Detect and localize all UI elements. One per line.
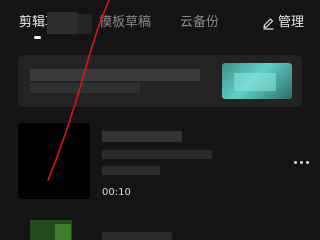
draft-list-item[interactable]: 00:10 [0,123,320,203]
manage-label: 管理 [278,15,305,30]
more-options-icon[interactable] [292,159,312,167]
blurred-draft-meta [102,166,160,175]
blurred-text [30,83,140,93]
privacy-mosaic [47,12,77,34]
active-tab-indicator [34,36,41,39]
tab-template-drafts[interactable]: 模板草稿 [99,15,151,31]
draft-thumbnail[interactable] [18,123,90,199]
blurred-draft-title [102,131,182,142]
blurred-draft-meta [102,150,212,159]
manage-button[interactable]: 管理 [262,15,304,31]
banner-image-highlight [234,73,276,91]
privacy-mosaic [77,14,92,34]
draft-duration: 00:10 [102,187,131,198]
promo-banner[interactable] [18,55,302,107]
blurred-draft-title [102,232,172,240]
tab-cloud-backup[interactable]: 云备份 [180,15,219,31]
blurred-text [30,69,200,81]
draft-thumbnail-detail [55,224,71,240]
edit-icon [263,17,274,30]
